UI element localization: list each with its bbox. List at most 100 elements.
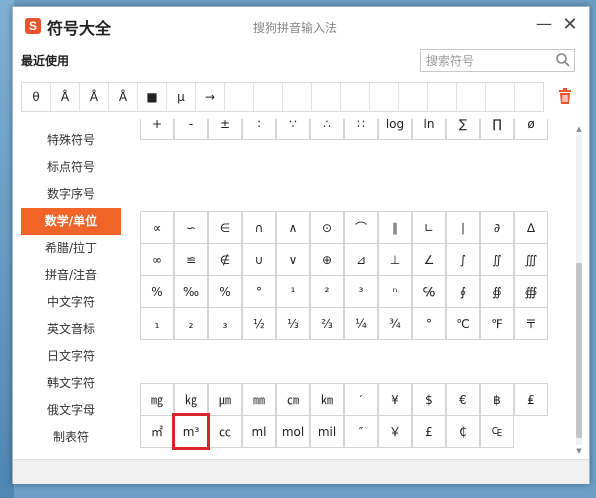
recent-symbol[interactable]: Å bbox=[80, 83, 109, 111]
symbol-cell[interactable]: 〒 bbox=[514, 307, 548, 340]
symbol-cell[interactable]: ∠ bbox=[412, 243, 446, 276]
recent-symbol[interactable] bbox=[254, 83, 283, 111]
symbol-cell[interactable]: ⊙ bbox=[310, 211, 344, 244]
symbol-cell[interactable]: ∏ bbox=[480, 119, 514, 140]
symbol-cell[interactable]: ㎏ bbox=[174, 383, 208, 416]
symbol-cell[interactable]: ∪ bbox=[242, 243, 276, 276]
vertical-scrollbar[interactable]: ▲ ▼ bbox=[575, 125, 583, 455]
symbol-cell[interactable]: % bbox=[208, 275, 242, 308]
symbol-cell[interactable]: ℅ bbox=[412, 275, 446, 308]
scroll-down-icon[interactable]: ▼ bbox=[575, 447, 583, 455]
symbol-cell[interactable]: ₂ bbox=[174, 307, 208, 340]
symbol-cell[interactable]: ± bbox=[208, 119, 242, 140]
symbol-cell[interactable]: ∨ bbox=[276, 243, 310, 276]
symbol-cell[interactable]: ₠ bbox=[480, 415, 514, 448]
symbol-cell[interactable]: mol bbox=[276, 415, 310, 448]
sidebar-item[interactable]: 日文字符 bbox=[21, 343, 121, 370]
symbol-cell[interactable]: ₤ bbox=[514, 383, 548, 416]
symbol-cell[interactable]: ¹ bbox=[276, 275, 310, 308]
recent-symbol[interactable] bbox=[341, 83, 370, 111]
symbol-cell[interactable]: ⊕ bbox=[310, 243, 344, 276]
search-input[interactable] bbox=[421, 50, 554, 71]
recent-symbol[interactable] bbox=[225, 83, 254, 111]
symbol-cell[interactable]: m³ bbox=[172, 413, 210, 450]
recent-symbol[interactable] bbox=[312, 83, 341, 111]
symbol-cell[interactable]: ∑ bbox=[446, 119, 480, 140]
close-button[interactable]: ✕ bbox=[561, 16, 579, 34]
recent-symbol[interactable]: ■ bbox=[138, 83, 167, 111]
symbol-cell[interactable]: ℉ bbox=[480, 307, 514, 340]
symbol-cell[interactable]: ⅓ bbox=[276, 307, 310, 340]
symbol-cell[interactable]: ㎛ bbox=[208, 383, 242, 416]
symbol-cell[interactable]: ₁ bbox=[140, 307, 174, 340]
symbol-cell[interactable]: mil bbox=[310, 415, 344, 448]
recent-symbol[interactable]: θ bbox=[22, 83, 51, 111]
symbol-cell[interactable]: ㎜ bbox=[242, 383, 276, 416]
symbol-cell[interactable]: ¾ bbox=[378, 307, 412, 340]
symbol-cell[interactable]: ∰ bbox=[514, 275, 548, 308]
recent-symbol[interactable] bbox=[515, 83, 543, 111]
symbol-cell[interactable]: ㎝ bbox=[276, 383, 310, 416]
sidebar-item[interactable]: 标点符号 bbox=[21, 154, 121, 181]
symbol-cell[interactable]: ∉ bbox=[208, 243, 242, 276]
scroll-thumb[interactable] bbox=[576, 263, 582, 438]
scroll-track[interactable] bbox=[576, 135, 582, 445]
symbol-cell[interactable]: ø bbox=[514, 119, 548, 140]
recent-symbol[interactable] bbox=[486, 83, 515, 111]
symbol-cell[interactable]: ∈ bbox=[208, 211, 242, 244]
sidebar-item[interactable]: 特殊符号 bbox=[21, 127, 121, 154]
symbol-cell[interactable]: log bbox=[378, 119, 412, 140]
symbol-cell[interactable]: ㏄ bbox=[208, 415, 242, 448]
search-icon[interactable] bbox=[555, 52, 571, 68]
symbol-cell[interactable]: ∝ bbox=[140, 211, 174, 244]
sidebar-item[interactable]: 拼音/注音 bbox=[21, 262, 121, 289]
recent-symbol[interactable] bbox=[457, 83, 486, 111]
symbol-cell[interactable]: ² bbox=[310, 275, 344, 308]
minimize-button[interactable]: — bbox=[535, 16, 553, 34]
symbol-cell[interactable]: + bbox=[140, 119, 174, 140]
sidebar-item[interactable]: 制表符 bbox=[21, 424, 121, 451]
symbol-cell[interactable]: ³ bbox=[344, 275, 378, 308]
symbol-cell[interactable]: £ bbox=[412, 415, 446, 448]
symbol-cell[interactable]: ₃ bbox=[208, 307, 242, 340]
recent-symbol[interactable] bbox=[370, 83, 399, 111]
symbol-cell[interactable]: ″ bbox=[344, 415, 378, 448]
sidebar-item[interactable]: 数字序号 bbox=[21, 181, 121, 208]
symbol-cell[interactable]: ㎎ bbox=[140, 383, 174, 416]
symbol-cell[interactable]: ∣ bbox=[446, 211, 480, 244]
symbol-cell[interactable]: ∟ bbox=[412, 211, 446, 244]
symbol-cell[interactable]: ₵ bbox=[446, 415, 480, 448]
recent-symbol[interactable] bbox=[283, 83, 312, 111]
symbol-cell[interactable]: ∯ bbox=[480, 275, 514, 308]
recent-symbol[interactable]: → bbox=[196, 83, 225, 111]
recent-symbol[interactable] bbox=[399, 83, 428, 111]
symbol-cell[interactable]: ∽ bbox=[174, 211, 208, 244]
recent-symbol[interactable]: Å bbox=[109, 83, 138, 111]
symbol-cell[interactable]: ¼ bbox=[344, 307, 378, 340]
symbol-cell[interactable]: ⌒ bbox=[344, 211, 378, 244]
recent-symbol[interactable]: μ bbox=[167, 83, 196, 111]
symbol-cell[interactable]: ∴ bbox=[310, 119, 344, 140]
sidebar-item[interactable]: 英文音标 bbox=[21, 316, 121, 343]
trash-icon[interactable] bbox=[557, 87, 573, 105]
symbol-cell[interactable]: ∵ bbox=[276, 119, 310, 140]
symbol-cell[interactable]: ≌ bbox=[174, 243, 208, 276]
scroll-up-icon[interactable]: ▲ bbox=[575, 125, 583, 133]
symbol-cell[interactable]: ⊿ bbox=[344, 243, 378, 276]
recent-symbol[interactable]: Å bbox=[51, 83, 80, 111]
sidebar-item[interactable]: 数学/单位 bbox=[21, 208, 121, 235]
symbol-cell[interactable]: ∷ bbox=[344, 119, 378, 140]
symbol-cell[interactable]: € bbox=[446, 383, 480, 416]
symbol-cell[interactable]: ㎞ bbox=[310, 383, 344, 416]
symbol-cell[interactable]: % bbox=[140, 275, 174, 308]
symbol-cell[interactable]: ∞ bbox=[140, 243, 174, 276]
sidebar-item[interactable]: 希腊/拉丁 bbox=[21, 235, 121, 262]
symbol-cell[interactable]: $ bbox=[412, 383, 446, 416]
recent-symbol[interactable] bbox=[428, 83, 457, 111]
symbol-cell[interactable]: ¥ bbox=[378, 383, 412, 416]
symbol-cell[interactable]: ∫ bbox=[446, 243, 480, 276]
symbol-cell[interactable]: ∩ bbox=[242, 211, 276, 244]
symbol-cell[interactable]: ∶ bbox=[242, 119, 276, 140]
symbol-cell[interactable]: ml bbox=[242, 415, 276, 448]
symbol-cell[interactable]: - bbox=[174, 119, 208, 140]
